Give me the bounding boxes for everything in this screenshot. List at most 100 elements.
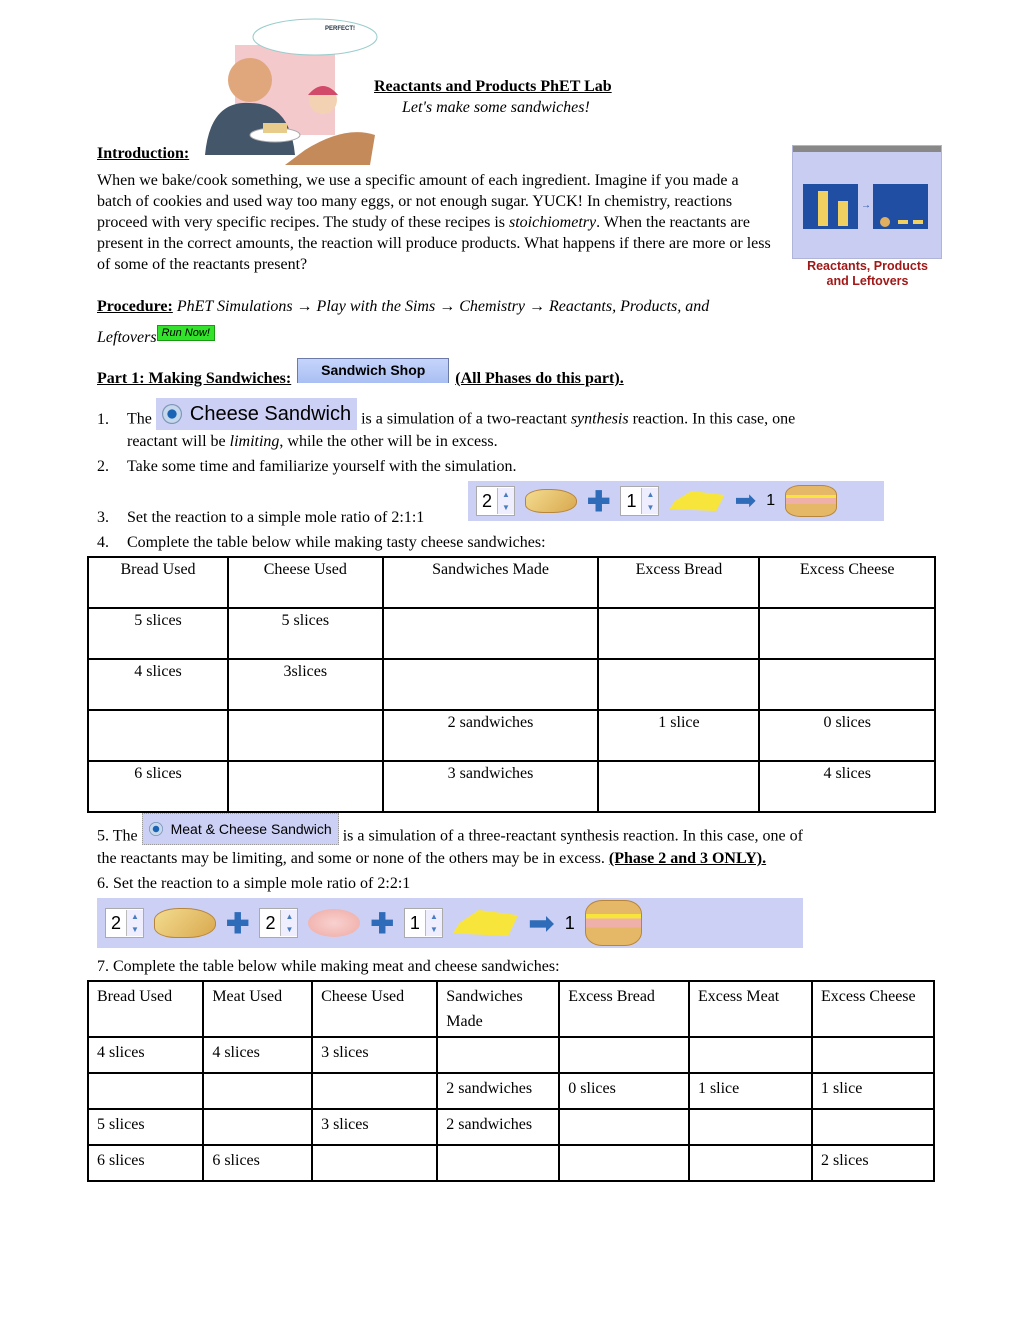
cheese-count-spinner[interactable]: 1 ▲ ▼	[403, 908, 443, 938]
table-cell[interactable]: 3 slices	[311, 1108, 439, 1146]
table-cell[interactable]	[436, 1144, 561, 1182]
table-cell[interactable]: 3 sandwiches	[381, 760, 600, 813]
table-cell[interactable]	[811, 1036, 935, 1074]
meat-cheese-sandwich-icon	[584, 900, 642, 946]
decrement-arrow-icon[interactable]: ▼	[642, 501, 659, 514]
bread-icon	[525, 489, 577, 513]
table-cell[interactable]: 5 slices	[227, 607, 384, 660]
table-cell[interactable]: 0 slices	[558, 1072, 690, 1110]
table-cell[interactable]	[86, 709, 230, 762]
step-text: Take some time and familiarize yourself …	[127, 458, 517, 475]
table-cell[interactable]	[558, 1036, 690, 1074]
table-cell[interactable]: 4 slices	[86, 1036, 205, 1074]
part1-heading: Part 1: Making Sandwiches: Sandwich Shop…	[97, 358, 624, 391]
table-cell[interactable]: 6 slices	[86, 1144, 205, 1182]
cartoon-illustration: PERFECT!	[205, 18, 378, 165]
decrement-arrow-icon[interactable]: ▼	[281, 923, 298, 936]
meat-icon	[308, 909, 361, 937]
decrement-arrow-icon[interactable]: ▼	[498, 501, 514, 514]
step-text: is a simulation of a three-reactant synt…	[338, 827, 803, 845]
header-cell: Excess Bread	[597, 556, 761, 609]
table-cell[interactable]	[597, 760, 761, 813]
table-cell[interactable]	[436, 1036, 561, 1074]
table-cell[interactable]	[381, 607, 600, 660]
increment-arrow-icon[interactable]: ▲	[281, 910, 298, 923]
introduction-text: When we bake/cook something, we use a sp…	[97, 170, 777, 275]
table-cell[interactable]: 6 slices	[202, 1144, 314, 1182]
table-cell[interactable]: 1 slice	[597, 709, 761, 762]
cheese-icon	[669, 491, 725, 511]
part1-note: (All Phases do this part).	[455, 370, 624, 387]
table-cell[interactable]: 2 sandwiches	[436, 1072, 561, 1110]
table-cell[interactable]: 5 slices	[86, 607, 230, 660]
product-count: 1	[564, 912, 575, 933]
table-cell[interactable]	[311, 1144, 439, 1182]
meat-cheese-sandwich-radio[interactable]: Meat & Cheese Sandwich	[141, 813, 339, 845]
header-cell: Meat Used	[202, 980, 314, 1038]
step-7: 7. Complete the table below while making…	[97, 954, 917, 979]
table-cell[interactable]	[558, 1144, 690, 1182]
cheese-sandwich-radio[interactable]: Cheese Sandwich	[155, 398, 358, 430]
table-cell[interactable]	[381, 658, 600, 711]
table-cell[interactable]: 3slices	[227, 658, 384, 711]
table-cell[interactable]: 4 slices	[758, 760, 936, 813]
header-cell: Excess Cheese	[758, 556, 936, 609]
table-cell[interactable]	[687, 1108, 814, 1146]
table-cell[interactable]	[811, 1108, 935, 1146]
table-cell[interactable]: 2 slices	[811, 1144, 935, 1182]
header-cell: Cheese Used	[311, 980, 439, 1038]
increment-arrow-icon[interactable]: ▲	[498, 488, 514, 501]
simulation-thumbnail[interactable]: →	[792, 145, 942, 259]
table-row: 2 sandwiches 1 slice 0 slices	[86, 709, 936, 762]
increment-arrow-icon[interactable]: ▲	[425, 910, 442, 923]
table-cell[interactable]	[202, 1072, 314, 1110]
table-cell[interactable]	[227, 760, 384, 813]
table-cell[interactable]	[202, 1108, 314, 1146]
meat-count-spinner[interactable]: 2 ▲ ▼	[259, 908, 299, 938]
page-subtitle: Let's make some sandwiches!	[402, 99, 590, 116]
table-cell[interactable]: 4 slices	[86, 658, 230, 711]
table-cell[interactable]: 1 slice	[687, 1072, 814, 1110]
caption-line-2: and Leftovers	[826, 274, 909, 288]
spinner-value: 1	[626, 490, 637, 511]
table-cell[interactable]	[758, 607, 936, 660]
table-cell[interactable]: 2 sandwiches	[381, 709, 600, 762]
table-cell[interactable]: 5 slices	[86, 1108, 205, 1146]
table-cell[interactable]	[597, 658, 761, 711]
sandwich-shop-tab[interactable]: Sandwich Shop	[297, 358, 450, 383]
step-number: 4.	[97, 534, 109, 551]
table-cell[interactable]	[687, 1144, 814, 1182]
bread-count-spinner[interactable]: 2 ▲ ▼	[476, 486, 515, 516]
table-cell[interactable]	[758, 658, 936, 711]
plus-icon: ✚	[226, 907, 250, 939]
run-now-button[interactable]: Run Now!	[156, 325, 215, 341]
intro-term-stoichiometry: stoichiometry	[509, 214, 597, 231]
table-cell[interactable]	[687, 1036, 814, 1074]
table-cell[interactable]	[597, 607, 761, 660]
table-cell[interactable]: 6 slices	[86, 760, 230, 813]
spinner-value: 2	[110, 912, 121, 933]
table-row: 6 slices 3 sandwiches 4 slices	[86, 760, 936, 813]
cheese-sandwich-table: Bread Used Cheese Used Sandwiches Made E…	[86, 556, 936, 813]
arrow-right-icon: ➡	[527, 905, 555, 941]
cheese-count-spinner[interactable]: 1 ▲ ▼	[620, 486, 660, 516]
table-cell[interactable]	[227, 709, 384, 762]
step-text: is a simulation of a two-reactant	[357, 410, 571, 428]
table-cell[interactable]: 1 slice	[811, 1072, 935, 1110]
bread-count-spinner[interactable]: 2 ▲ ▼	[105, 908, 144, 938]
table-cell[interactable]: 2 sandwiches	[436, 1108, 561, 1146]
increment-arrow-icon[interactable]: ▲	[127, 910, 143, 923]
table-cell[interactable]: 4 slices	[202, 1036, 314, 1074]
procedure-line: Procedure: PhET Simulations → Play with …	[97, 297, 797, 317]
decrement-arrow-icon[interactable]: ▼	[425, 923, 442, 936]
decrement-arrow-icon[interactable]: ▼	[127, 923, 143, 936]
table-cell[interactable]	[311, 1072, 439, 1110]
header-cell: Bread Used	[86, 980, 205, 1038]
table-cell[interactable]	[558, 1108, 690, 1146]
increment-arrow-icon[interactable]: ▲	[642, 488, 659, 501]
table-row: 4 slices 4 slices 3 slices	[86, 1036, 935, 1074]
table-cell[interactable]: 3 slices	[311, 1036, 439, 1074]
table-cell[interactable]: 0 slices	[758, 709, 936, 762]
procedure-path-end: Leftovers	[97, 329, 157, 346]
table-cell[interactable]	[86, 1072, 205, 1110]
